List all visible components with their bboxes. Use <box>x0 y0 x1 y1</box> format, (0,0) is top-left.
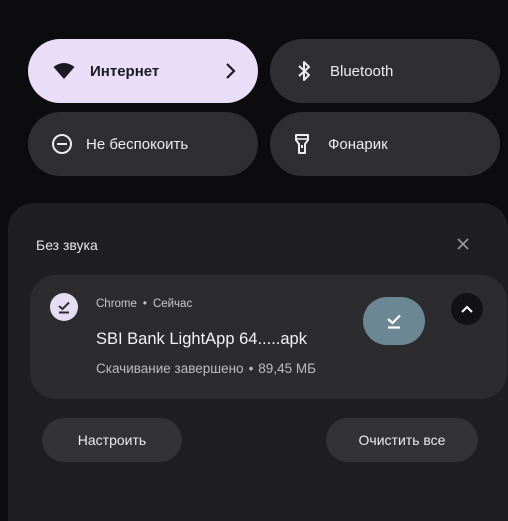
app-name: Chrome <box>96 298 137 310</box>
download-notification[interactable]: Chrome • Сейчас SBI Bank LightApp 64....… <box>30 275 507 399</box>
bluetooth-tile[interactable]: Bluetooth <box>270 39 500 103</box>
download-done-icon <box>387 314 401 329</box>
wifi-icon <box>52 59 76 83</box>
manage-button[interactable]: Настроить <box>42 418 182 462</box>
internet-label: Интернет <box>90 62 160 80</box>
bluetooth-label: Bluetooth <box>330 62 394 80</box>
internet-tile[interactable]: Интернет <box>28 39 258 103</box>
flashlight-tile[interactable]: Фонарик <box>270 112 500 176</box>
notification-time: Сейчас <box>152 298 193 310</box>
flashlight-label: Фонарик <box>328 135 388 153</box>
clear-all-button[interactable]: Очистить все <box>326 418 478 462</box>
do-not-disturb-tile[interactable]: Не беспокоить <box>28 112 258 176</box>
do-not-disturb-label: Не беспокоить <box>86 135 189 153</box>
close-icon[interactable] <box>452 233 474 255</box>
notification-subtitle: Скачивание завершено • 89,45 МБ <box>96 361 316 376</box>
notification-title: SBI Bank LightApp 64.....apk <box>96 330 307 348</box>
flashlight-icon <box>290 132 314 156</box>
silent-section-title: Без звука <box>36 237 98 253</box>
open-download-button[interactable] <box>363 297 425 345</box>
chevron-up-icon <box>461 305 473 313</box>
file-size: 89,45 МБ <box>258 361 316 376</box>
bluetooth-icon <box>292 59 316 83</box>
chevron-right-icon[interactable] <box>224 59 238 88</box>
notification-shade: Без звука Chrome • Сейчас SBI Bank Light… <box>8 203 508 521</box>
notification-meta: Chrome • Сейчас <box>96 298 192 310</box>
download-done-icon <box>50 293 78 321</box>
do-not-disturb-icon <box>50 132 74 156</box>
collapse-button[interactable] <box>451 293 483 325</box>
subtitle-separator: • <box>248 361 254 376</box>
download-status: Скачивание завершено <box>96 361 244 376</box>
meta-separator: • <box>142 298 147 310</box>
